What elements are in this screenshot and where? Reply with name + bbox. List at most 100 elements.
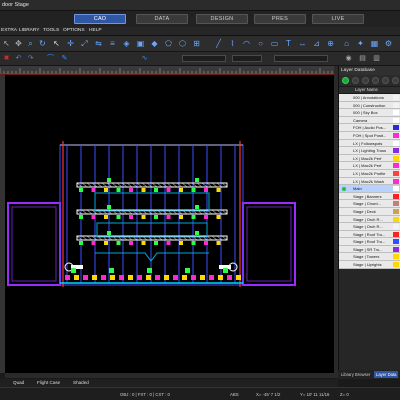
layer-color-swatch[interactable] [393, 193, 399, 199]
layer-color-swatch[interactable] [393, 239, 399, 245]
cube-icon[interactable]: ◈ [122, 39, 131, 48]
layer-row[interactable]: Stage | SR Tru... [339, 245, 400, 254]
render-icon[interactable]: ✦ [356, 39, 365, 48]
layer-color-swatch[interactable] [393, 110, 399, 116]
layer-row[interactable]: LX | Mac2k Perf [339, 162, 400, 170]
mirror-icon[interactable]: ⇋ [94, 39, 103, 48]
linetype-dropdown[interactable] [232, 55, 262, 62]
visibility-icon[interactable] [342, 255, 346, 259]
visibility-icon[interactable] [342, 149, 346, 153]
layer-color-swatch[interactable] [393, 178, 399, 184]
polyline-icon[interactable]: ⌇ [228, 39, 237, 48]
layer-option-icon[interactable] [392, 77, 399, 84]
menu-library[interactable]: LIBRARY [19, 28, 39, 33]
line-icon[interactable]: ╱ [214, 39, 223, 48]
tab-design[interactable]: DESIGN [196, 14, 248, 24]
redo-icon[interactable]: ↷ [26, 54, 35, 63]
arc-icon[interactable]: ◠ [242, 39, 251, 48]
drawing-canvas[interactable] [5, 75, 334, 373]
visibility-icon[interactable] [342, 217, 346, 221]
tab-cad[interactable]: CAD [74, 14, 126, 24]
visibility-icon[interactable] [342, 141, 346, 145]
layer-color-swatch[interactable] [393, 208, 399, 214]
layer-row[interactable]: 000 | Annotations [339, 94, 400, 102]
layer-color-swatch[interactable] [393, 246, 399, 252]
layer-color-swatch[interactable] [393, 140, 399, 146]
visibility-icon[interactable] [342, 194, 346, 198]
zoom-icon[interactable]: ⌕ [26, 39, 35, 48]
layer-icon[interactable]: ◆ [150, 39, 159, 48]
text-icon[interactable]: T [284, 39, 293, 48]
layer-option-icon[interactable] [372, 77, 379, 84]
layer-row[interactable]: Stage | Roof Tru... [339, 230, 400, 239]
visibility-icon[interactable] [342, 186, 346, 191]
pen-icon[interactable]: ✎ [60, 54, 69, 63]
menu-help[interactable]: HELP [89, 28, 102, 33]
snap-icon[interactable]: ⊕ [326, 39, 335, 48]
layer-name-column-header[interactable]: Layer Name [339, 87, 400, 94]
layer-row[interactable]: LX | Followspots [339, 139, 400, 148]
tab-flight-case[interactable]: Flight Case [34, 379, 63, 387]
settings-icon[interactable]: ⚙ [384, 39, 393, 48]
layer-row[interactable]: Stage | Towers [339, 253, 400, 262]
layer-row[interactable]: Camera [339, 116, 400, 125]
layer-row[interactable]: Stage | Deck [339, 207, 400, 216]
layer-color-swatch[interactable] [393, 148, 399, 154]
wave-icon[interactable]: ∿ [140, 54, 149, 63]
layer-option-icon[interactable] [352, 77, 359, 84]
visibility-icon[interactable] [342, 225, 346, 229]
layer-row[interactable]: Main [339, 185, 400, 193]
visibility-icon[interactable] [342, 232, 346, 236]
layer-color-swatch[interactable] [393, 254, 399, 260]
shape-icon[interactable]: ⬠ [164, 39, 173, 48]
layer-row[interactable]: LX | Mac2k Wash [339, 177, 400, 186]
visibility-icon[interactable] [342, 171, 346, 175]
visibility-icon[interactable] [342, 126, 346, 130]
layer-row[interactable]: LX | Mac2k Perf [339, 154, 400, 163]
layer-color-swatch[interactable] [393, 170, 399, 176]
visibility-icon[interactable] [342, 179, 346, 183]
visibility-icon[interactable] [342, 240, 346, 244]
measure-icon[interactable]: ⊿ [312, 39, 321, 48]
delete-icon[interactable]: ✖ [2, 54, 11, 63]
layer-color-swatch[interactable] [393, 201, 399, 207]
align-icon[interactable]: ≡ [108, 39, 117, 48]
lock-icon[interactable]: ▤ [358, 54, 367, 63]
move-icon[interactable]: ✛ [66, 39, 75, 48]
layer-row[interactable]: FOH | Audio Pos... [339, 124, 400, 132]
layer-color-swatch[interactable] [393, 125, 399, 131]
layer-row[interactable]: LX | Lighting Truss [339, 147, 400, 155]
layer-color-swatch[interactable] [393, 117, 399, 123]
layer-row[interactable]: Stage | Orch R... [339, 223, 400, 231]
layer-row[interactable]: LX | Mac2k Profile [339, 169, 400, 178]
hex-icon[interactable]: ⬡ [178, 39, 187, 48]
visibility-icon[interactable] [342, 202, 346, 206]
undo-icon[interactable]: ↶ [14, 54, 23, 63]
coord-mode[interactable]: ABS [230, 392, 239, 397]
layer-row[interactable]: FOH | Spot Posit... [339, 131, 400, 140]
stage-plan-drawing[interactable] [5, 75, 334, 373]
layer-dropdown[interactable] [274, 55, 328, 62]
curve-icon[interactable]: ⌒ [46, 54, 55, 63]
layer-row[interactable]: Stage | Banners [339, 192, 400, 201]
layer-row[interactable]: Stage | Uprights [339, 261, 400, 269]
layer-option-icon[interactable] [362, 77, 369, 84]
visibility-icon[interactable] [342, 103, 346, 107]
visibility-icon[interactable] [342, 247, 346, 251]
tab-live[interactable]: LIVE [312, 14, 364, 24]
layer-color-swatch[interactable] [393, 95, 399, 100]
visibility-icon[interactable] [342, 209, 346, 213]
tab-shaded[interactable]: Shaded [70, 379, 92, 387]
layer-color-swatch[interactable] [393, 132, 399, 138]
layer-color-swatch[interactable] [393, 231, 399, 237]
layer-color-swatch[interactable] [393, 262, 399, 268]
visibility-icon[interactable] [342, 164, 346, 168]
grid-icon[interactable]: ▦ [370, 39, 379, 48]
layer-option-icon[interactable] [382, 77, 389, 84]
tab-pres[interactable]: PRES [254, 14, 306, 24]
add-layer-icon[interactable] [342, 77, 349, 84]
circle-icon[interactable]: ○ [256, 39, 265, 48]
visibility-icon[interactable] [342, 263, 346, 267]
truss-icon[interactable]: ⊞ [192, 39, 201, 48]
layer-row[interactable]: 000 | Construction [339, 101, 400, 110]
